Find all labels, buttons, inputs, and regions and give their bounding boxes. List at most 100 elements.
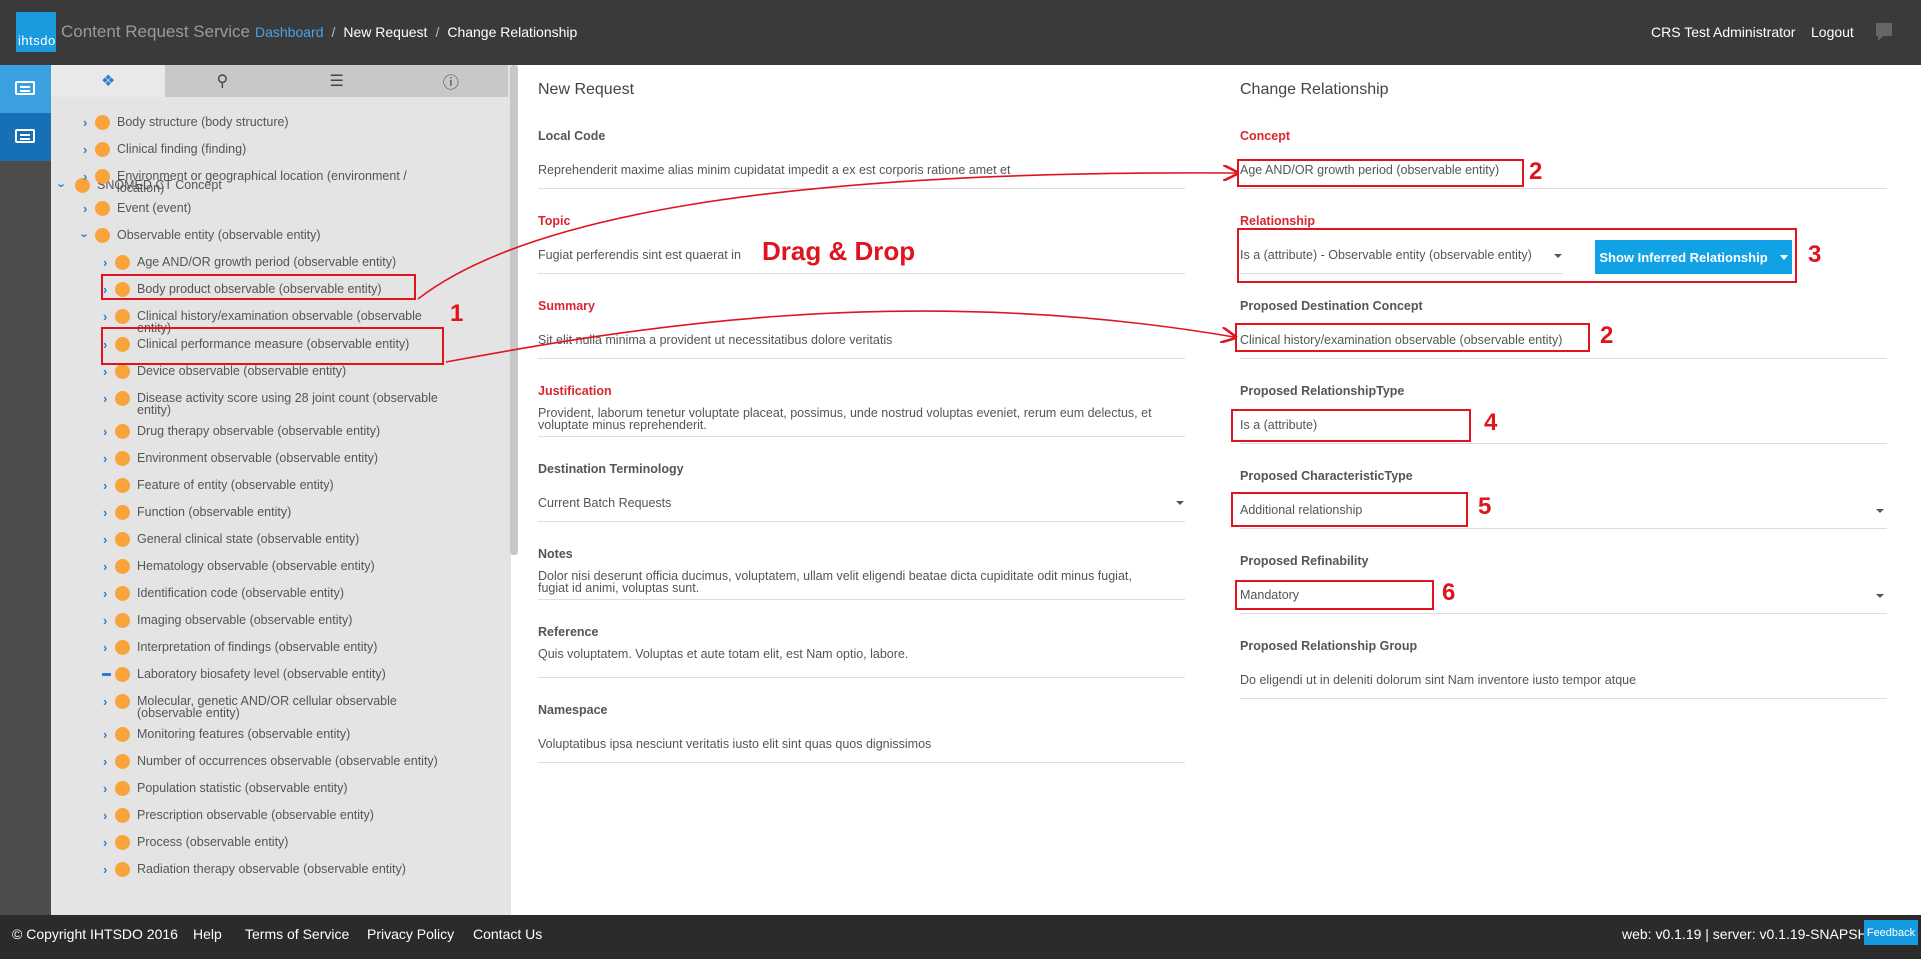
- tree-node-label: Clinical finding (finding): [117, 142, 247, 156]
- tree-scrollbar[interactable]: [510, 65, 518, 555]
- chevron-right-icon[interactable]: ›: [103, 728, 107, 741]
- chevron-right-icon[interactable]: ›: [103, 392, 107, 405]
- destination-label: Destination Terminology: [538, 462, 684, 476]
- chevron-right-icon[interactable]: ›: [103, 809, 107, 822]
- justification-underline: [538, 436, 1185, 437]
- chevron-right-icon[interactable]: ›: [103, 533, 107, 546]
- chevron-right-icon[interactable]: ›: [103, 863, 107, 876]
- rel-type-label: Proposed RelationshipType: [1240, 384, 1405, 398]
- footer: © Copyright IHTSDO 2016 Help Terms of Se…: [0, 915, 1921, 959]
- concept-dot-icon: [115, 694, 130, 709]
- local-code-label: Local Code: [538, 129, 606, 143]
- reference-label: Reference: [538, 625, 599, 639]
- chevron-right-icon[interactable]: ›: [103, 425, 107, 438]
- chevron-down-icon[interactable]: ›: [55, 183, 70, 187]
- annotation-drag-drop: Drag & Drop: [762, 236, 916, 266]
- annotation-box-1a: [101, 274, 416, 300]
- tab-list[interactable]: ☰: [279, 65, 394, 97]
- concept-dot-icon: [95, 228, 110, 243]
- tree-tabs: ❖ ⚲ ☰ ⓘ: [51, 65, 508, 97]
- justification-label: Justification: [538, 384, 612, 398]
- tree-node-label: Imaging observable (observable entity): [137, 613, 353, 627]
- rail-requests-button[interactable]: [0, 65, 51, 113]
- char-type-caret-icon[interactable]: [1876, 509, 1884, 513]
- destination-select[interactable]: Current Batch Requests: [538, 497, 671, 510]
- notes-value-line2[interactable]: fugiat id animi, voluptas sunt.: [538, 582, 699, 595]
- ihtsdo-logo[interactable]: ihtsdo: [16, 12, 56, 52]
- summary-value[interactable]: Sit elit nulla minima a provident ut nec…: [538, 334, 892, 347]
- logout-link[interactable]: Logout: [1811, 24, 1854, 40]
- char-type-underline: [1240, 528, 1887, 529]
- footer-version: web: v0.1.19 | server: v0.1.19-SNAPSHOT: [1622, 926, 1888, 942]
- user-name[interactable]: CRS Test Administrator: [1651, 24, 1795, 40]
- destination-caret-icon[interactable]: [1176, 501, 1184, 505]
- footer-privacy-link[interactable]: Privacy Policy: [367, 926, 454, 942]
- chevron-right-icon[interactable]: ›: [103, 479, 107, 492]
- list-icon: ☰: [329, 73, 344, 90]
- tab-info[interactable]: ⓘ: [393, 65, 508, 97]
- tree-node-label: Environment observable (observable entit…: [137, 451, 379, 465]
- chevron-right-icon[interactable]: ›: [83, 202, 87, 215]
- chevron-right-icon[interactable]: ›: [103, 614, 107, 627]
- chevron-right-icon[interactable]: ›: [103, 641, 107, 654]
- topic-value[interactable]: Fugiat perferendis sint est quaerat in: [538, 249, 741, 262]
- chevron-right-icon[interactable]: ›: [103, 256, 107, 269]
- concept-dot-icon: [115, 727, 130, 742]
- chevron-right-icon[interactable]: ›: [103, 560, 107, 573]
- justification-value-line2[interactable]: voluptate minus reprehenderit.: [538, 419, 707, 432]
- annotation-box-6: [1235, 580, 1434, 610]
- footer-terms-link[interactable]: Terms of Service: [245, 926, 349, 942]
- rail-batches-button[interactable]: [0, 113, 51, 161]
- logo-text: ihtsdo: [18, 33, 56, 48]
- chevron-right-icon[interactable]: ›: [103, 755, 107, 768]
- summary-label: Summary: [538, 299, 595, 313]
- chevron-right-icon[interactable]: ›: [103, 782, 107, 795]
- annotation-number-5: 5: [1478, 493, 1492, 520]
- tree-node-label: Monitoring features (observable entity): [137, 727, 351, 741]
- rel-group-value[interactable]: Do eligendi ut in deleniti dolorum sint …: [1240, 674, 1636, 687]
- annotation-box-5: [1231, 492, 1468, 527]
- annotation-box-2b: [1235, 323, 1590, 352]
- chevron-right-icon[interactable]: ›: [103, 587, 107, 600]
- topic-underline: [538, 273, 1185, 274]
- namespace-value[interactable]: Voluptatibus ipsa nesciunt veritatis ius…: [538, 738, 931, 751]
- app-title: Content Request Service: [61, 22, 250, 41]
- tree-node-label: Body structure (body structure): [117, 115, 289, 129]
- chevron-right-icon[interactable]: ›: [103, 836, 107, 849]
- feedback-button[interactable]: Feedback: [1864, 920, 1918, 945]
- footer-contact-link[interactable]: Contact Us: [473, 926, 542, 942]
- chevron-right-icon[interactable]: ›: [103, 506, 107, 519]
- breadcrumb-dashboard[interactable]: Dashboard: [255, 24, 324, 40]
- chevron-right-icon[interactable]: ›: [83, 116, 87, 129]
- tree-node-label: Prescription observable (observable enti…: [137, 808, 374, 822]
- refinability-label: Proposed Refinability: [1240, 554, 1369, 568]
- chevron-right-icon[interactable]: ›: [103, 365, 107, 378]
- annotation-box-3: [1237, 228, 1797, 283]
- flag-icon[interactable]: [1876, 23, 1892, 41]
- local-code-value[interactable]: Reprehenderit maxime alias minim cupidat…: [538, 164, 1010, 177]
- chevron-right-icon[interactable]: ›: [83, 143, 87, 156]
- refinability-caret-icon[interactable]: [1876, 594, 1884, 598]
- notes-label: Notes: [538, 547, 573, 561]
- chevron-right-icon[interactable]: ›: [83, 170, 87, 183]
- annotation-number-6: 6: [1442, 579, 1456, 606]
- tab-search[interactable]: ⚲: [165, 65, 280, 97]
- tab-browse[interactable]: ❖: [51, 65, 166, 97]
- chevron-down-icon[interactable]: ›: [78, 233, 93, 237]
- footer-help-link[interactable]: Help: [193, 926, 222, 942]
- concept-dot-icon: [95, 142, 110, 157]
- card-icon: [15, 129, 35, 143]
- annotation-number-2b: 2: [1600, 322, 1614, 349]
- concept-dot-icon: [115, 808, 130, 823]
- top-bar: ihtsdo Content Request Service Dashboard…: [0, 0, 1921, 65]
- chevron-right-icon[interactable]: ›: [103, 310, 107, 323]
- reference-value[interactable]: Quis voluptatem. Voluptas et aute totam …: [538, 648, 908, 661]
- tree-node-label: Drug therapy observable (observable enti…: [137, 424, 381, 438]
- breadcrumb-new-request[interactable]: New Request: [343, 24, 427, 40]
- tree-node-label: Population statistic (observable entity): [137, 781, 348, 795]
- chevron-right-icon[interactable]: ›: [103, 695, 107, 708]
- notes-underline: [538, 599, 1185, 600]
- reference-underline: [538, 677, 1185, 678]
- concept-dot-icon: [115, 478, 130, 493]
- chevron-right-icon[interactable]: ›: [103, 452, 107, 465]
